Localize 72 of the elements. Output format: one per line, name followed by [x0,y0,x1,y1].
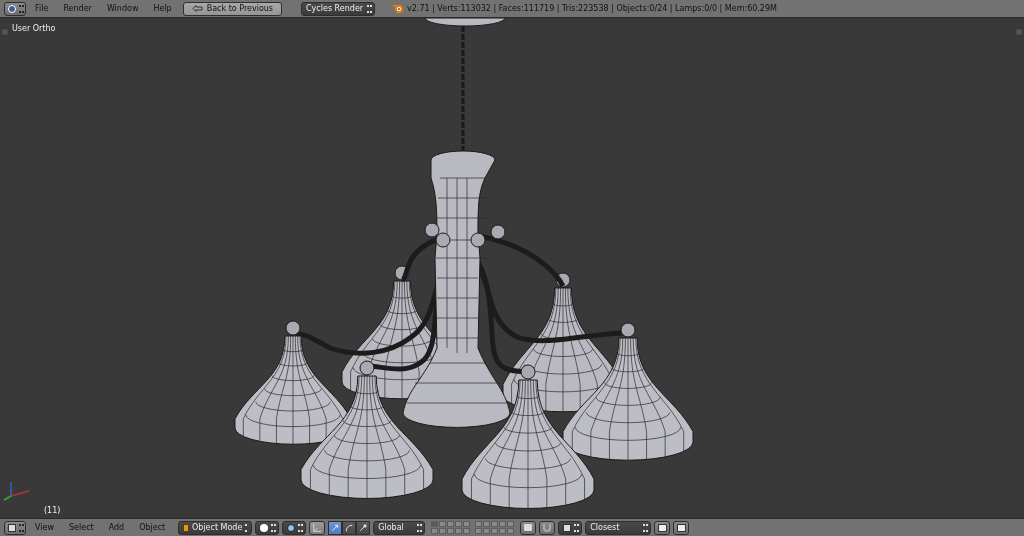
layer-button[interactable] [507,528,515,534]
updown-icon [271,523,275,532]
transform-tool-button[interactable] [328,520,343,535]
menu-item[interactable]: Add [102,520,131,535]
cube-icon [8,523,16,532]
layer-button[interactable] [483,521,491,527]
back-arrow-icon [191,4,204,13]
render-button[interactable] [654,520,671,535]
snap-target-dropdown[interactable]: Closest [585,520,652,535]
render-icon [657,523,667,532]
shading-dropdown[interactable] [255,520,280,535]
transform-tool-button[interactable] [356,520,371,535]
updown-icon [643,523,647,532]
axis-gizmo-icon [3,480,31,502]
sphere-icon [260,523,269,532]
manipulator-toggle[interactable] [309,520,326,535]
editor-type-button[interactable] [4,520,26,535]
menu-item[interactable]: View [29,520,60,535]
layer-button[interactable] [483,528,491,534]
updown-icon [19,523,22,532]
menu-item[interactable]: Select [63,520,100,535]
layer-button[interactable] [439,521,447,527]
layer-button[interactable] [475,528,483,534]
menu-item[interactable]: Render [57,1,98,16]
layer-button[interactable] [439,528,447,534]
plus-icon[interactable] [2,29,8,35]
menu-item[interactable]: Window [100,1,145,16]
back-button[interactable]: Back to Previous [182,1,283,16]
view-label: User Ortho [12,24,56,33]
layer-button[interactable] [491,528,499,534]
cube-icon [563,523,572,532]
frame-label: (11) [44,506,61,515]
updown-icon [245,523,248,532]
layer-button[interactable] [431,528,439,534]
snap-element-dropdown[interactable] [558,520,583,535]
layer-button[interactable] [447,521,455,527]
cube-icon [183,523,189,532]
layer-button[interactable] [431,521,439,527]
updown-icon [417,523,421,532]
layer-button[interactable] [499,521,507,527]
orientation-dropdown[interactable]: Global [373,520,426,535]
blender-logo-icon [392,3,405,14]
layer-button[interactable] [463,521,471,527]
layer-button[interactable] [507,521,515,527]
snap-button[interactable] [539,520,556,535]
transform-tool-button[interactable] [342,520,357,535]
layer-button[interactable] [463,528,471,534]
layer-button[interactable] [455,521,463,527]
layer-button[interactable] [475,521,483,527]
menu-item[interactable]: Object [133,520,172,535]
plus-icon[interactable] [1016,29,1022,35]
axes-icon [312,521,323,534]
render-engine-dropdown[interactable]: Cycles Render [301,1,376,16]
updown-icon [574,523,578,532]
layer-button[interactable] [499,528,507,534]
layer-button[interactable] [491,521,499,527]
mode-dropdown[interactable]: Object Mode [178,520,253,535]
updown-icon [19,4,22,13]
lock-camera-button[interactable] [520,520,537,535]
updown-icon [298,523,302,532]
layer-button[interactable] [447,528,455,534]
render-animation-button[interactable] [673,520,690,535]
layer-button[interactable] [455,528,463,534]
magnet-icon [543,523,552,532]
editor-type-button[interactable] [4,1,26,16]
pivot-icon [287,523,296,532]
updown-icon [367,4,371,13]
scene-statistics: v2.71 | Verts:113032 | Faces:111719 | Tris:223538 | Objects:0/24 | Lamps:0/0 | Mem:60.29M [407,4,777,13]
info-icon [8,4,16,13]
menu-item[interactable]: File [29,1,55,16]
menu-item[interactable]: Help [147,1,178,16]
pivot-dropdown[interactable] [282,520,307,535]
